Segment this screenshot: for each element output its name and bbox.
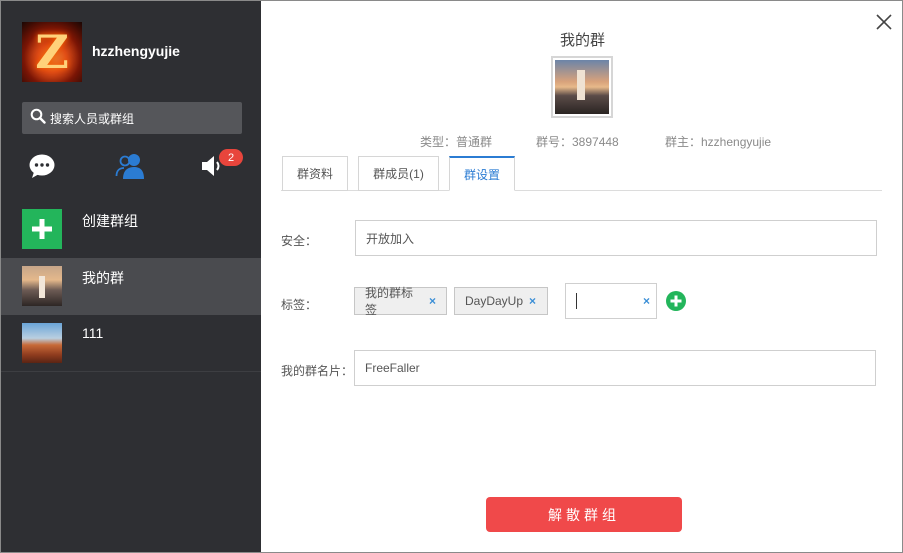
tags-label: 标签： <box>281 298 318 312</box>
group-title: 我的群 <box>559 32 605 49</box>
tab-bar: 群资料 群成员(1) 群设置 <box>281 156 882 191</box>
security-label: 安全： <box>281 234 318 248</box>
tab-group-info[interactable]: 群资料 <box>282 156 348 191</box>
group-owner: 群主：hzzhengyujie <box>665 135 772 149</box>
group-list-item[interactable]: 我的群 <box>1 258 261 315</box>
security-field[interactable]: 开放加入 <box>355 220 877 256</box>
remove-tag-icon[interactable]: × <box>429 294 436 308</box>
search-input[interactable]: 搜索人员或群组 <box>22 102 242 134</box>
chat-bubble-icon[interactable] <box>25 149 59 183</box>
group-id: 群号：3897448 <box>536 135 619 149</box>
user-avatar[interactable]: Z <box>22 22 82 82</box>
group-card-field[interactable]: FreeFaller <box>354 350 876 386</box>
new-tag-input[interactable]: × <box>565 283 657 319</box>
clear-tag-icon[interactable]: × <box>643 294 650 308</box>
create-group-label: 创建群组 <box>82 213 138 229</box>
group-card-label: 我的群名片： <box>281 364 354 378</box>
notification-badge: 2 <box>219 149 243 166</box>
text-caret <box>576 293 577 309</box>
remove-tag-icon[interactable]: × <box>529 294 536 308</box>
group-name: 111 <box>82 325 104 341</box>
group-detail-panel: 我的群 类型：普通群 群号：3897448 群主：hzzhengyujie 群资… <box>261 1 902 552</box>
group-thumbnail <box>22 323 62 363</box>
tag-text: DayDayUp <box>465 294 524 308</box>
tab-group-members[interactable]: 群成员(1) <box>358 156 439 191</box>
avatar-letter: Z <box>35 25 69 79</box>
dissolve-group-button[interactable]: 解散群组 <box>486 497 682 532</box>
group-list-item[interactable]: 111 <box>1 315 261 372</box>
tag-chip: DayDayUp × <box>454 287 548 315</box>
group-name: 我的群 <box>82 270 124 286</box>
contacts-icon[interactable] <box>113 149 147 183</box>
group-avatar[interactable] <box>551 56 613 118</box>
app-window: Z hzzhengyujie 搜索人员或群组 2 创建群组 我的群 111 我的… <box>0 0 903 553</box>
group-thumbnail <box>22 266 62 306</box>
search-icon <box>30 108 46 129</box>
add-tag-icon[interactable] <box>666 291 686 311</box>
search-placeholder: 搜索人员或群组 <box>50 111 135 126</box>
username: hzzhengyujie <box>92 43 180 59</box>
plus-icon <box>22 209 62 249</box>
create-group-button[interactable]: 创建群组 <box>1 201 261 258</box>
group-type: 类型：普通群 <box>420 135 493 149</box>
tab-group-settings[interactable]: 群设置 <box>449 156 515 191</box>
tag-chip: 我的群标签 × <box>354 286 447 317</box>
tag-text: 我的群标签 <box>365 286 414 317</box>
sidebar: Z hzzhengyujie 搜索人员或群组 2 创建群组 我的群 111 <box>1 1 261 552</box>
